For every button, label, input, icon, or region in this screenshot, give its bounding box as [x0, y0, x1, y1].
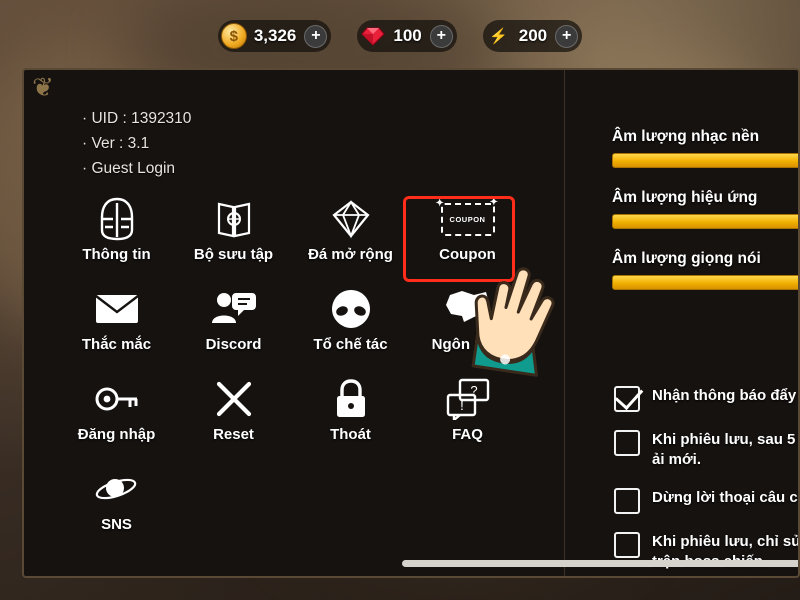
checkbox-boss-only[interactable] — [614, 532, 640, 558]
slider-sfx[interactable]: Âm lượng hiệu ứng — [612, 189, 798, 229]
menu-item-label: Reset — [213, 426, 254, 443]
menu-item-label: Discord — [205, 336, 262, 353]
discord-chat-icon — [206, 286, 262, 332]
settings-column: Âm lượng nhạc nền Âm lượng hiệu ứng Âm l… — [584, 70, 800, 576]
padlock-icon — [323, 376, 379, 422]
slider-track-sfx[interactable] — [612, 214, 798, 229]
menu-item-label: Đá mở rộng — [308, 246, 393, 263]
menu-item-thong-tin[interactable]: Thông tin — [58, 196, 175, 276]
gem-icon — [323, 196, 379, 242]
currency-gem-value: 100 — [393, 26, 422, 45]
account-login-type: · Guest Login — [82, 160, 176, 177]
slider-track-bgm[interactable] — [612, 153, 798, 168]
menu-item-label: FAQ — [452, 426, 483, 443]
currency-gem: 100 + — [357, 20, 457, 52]
menu-item-label: Đăng nhập — [77, 426, 156, 443]
add-energy-button[interactable]: + — [555, 24, 579, 48]
envelope-icon — [89, 286, 145, 332]
svg-text:!: ! — [460, 397, 464, 413]
gem-icon — [360, 23, 386, 49]
checkbox-adventure-timer[interactable] — [614, 430, 640, 456]
menu-item-label: Thắc mắc — [81, 336, 152, 353]
checkbox-label: Dừng lời thoại câu ch — [652, 489, 800, 506]
slider-label: Âm lượng giọng nói — [612, 250, 761, 267]
account-uid: · UID : 1392310 — [82, 110, 192, 127]
volume-sliders: Âm lượng nhạc nền Âm lượng hiệu ứng Âm l… — [612, 128, 798, 311]
menu-item-sns[interactable]: SNS — [58, 466, 175, 546]
checkbox-row-stop-dialogue[interactable]: Dừng lời thoại câu ch — [614, 488, 800, 514]
x-mark-icon — [206, 376, 262, 422]
menu-item-to-che-tac[interactable]: Tổ chế tác — [292, 286, 409, 366]
corner-ornament-icon: ❦ — [32, 72, 54, 102]
energy-bolt-icon: ⚡ — [489, 28, 509, 45]
menu-item-label: Thông tin — [82, 246, 151, 263]
saturn-planet-icon — [89, 466, 145, 512]
slider-track-voice[interactable] — [612, 275, 798, 290]
menu-item-da-mo-rong[interactable]: Đá mở rộng — [292, 196, 409, 276]
coin-icon: $ — [220, 23, 247, 49]
helmet-icon — [89, 196, 145, 242]
account-info: · UID : 1392310 · Ver : 3.1 · Guest Logi… — [82, 106, 191, 181]
key-icon — [89, 376, 145, 422]
alien-head-icon — [323, 286, 379, 332]
menu-item-label: Thoát — [330, 426, 371, 443]
currency-energy: ⚡ 200 + — [482, 20, 583, 52]
menu-item-discord[interactable]: Discord — [175, 286, 292, 366]
add-gem-button[interactable]: + — [429, 24, 453, 48]
settings-checkboxes: Nhận thông báo đẩy Khi phiêu lưu, sau 5 … — [614, 386, 800, 576]
menu-item-reset[interactable]: Reset — [175, 376, 292, 456]
menu-item-thac-mac[interactable]: Thắc mắc — [58, 286, 175, 366]
hand-pointer-icon — [462, 258, 572, 383]
book-icon — [206, 196, 262, 242]
currency-gold-value: 3,326 — [253, 26, 297, 45]
currency-energy-value: 200 — [518, 26, 548, 45]
checkbox-stop-dialogue[interactable] — [614, 488, 640, 514]
currency-bar: $ 3,326 + 100 + ⚡ 200 + — [0, 0, 800, 72]
currency-gold: $ 3,326 + — [217, 20, 332, 52]
menu-item-faq[interactable]: ? ! FAQ — [409, 376, 526, 456]
add-gold-button[interactable]: + — [304, 24, 328, 48]
menu-item-label: SNS — [101, 516, 132, 533]
menu-item-label: Tổ chế tác — [313, 336, 388, 353]
menu-item-bo-suu-tap[interactable]: Bộ sưu tập — [175, 196, 292, 276]
slider-bgm[interactable]: Âm lượng nhạc nền — [612, 128, 798, 168]
slider-label: Âm lượng hiệu ứng — [612, 189, 758, 206]
menu-item-dang-nhap[interactable]: Đăng nhập — [58, 376, 175, 456]
slider-label: Âm lượng nhạc nền — [612, 128, 760, 145]
game-settings-screen: $ 3,326 + 100 + ⚡ 200 + ❦ · UID: 139231… — [0, 0, 800, 600]
coupon-ticket-icon: ✦ ✦ COUPON — [436, 196, 498, 242]
coupon-ticket-text: COUPON — [449, 214, 486, 224]
checkbox-row-push-notification[interactable]: Nhận thông báo đẩy — [614, 386, 798, 412]
checkbox-label: Khi phiêu lưu, sau 5 g ải mới. — [652, 431, 796, 468]
horizontal-scrollbar[interactable] — [402, 560, 798, 567]
slider-voice[interactable]: Âm lượng giọng nói — [612, 250, 798, 290]
checkbox-label: Nhận thông báo đẩy — [652, 387, 797, 404]
checkbox-push-notification[interactable] — [614, 386, 640, 412]
checkbox-row-adventure-timer[interactable]: Khi phiêu lưu, sau 5 g ải mới. — [614, 430, 798, 470]
menu-item-label: Bộ sưu tập — [193, 246, 274, 263]
account-version: · Ver : 3.1 — [82, 135, 150, 152]
settings-panel: ❦ · UID : 1392310 · Ver : 3.1 · Guest Lo… — [22, 68, 800, 578]
menu-item-thoat[interactable]: Thoát — [292, 376, 409, 456]
